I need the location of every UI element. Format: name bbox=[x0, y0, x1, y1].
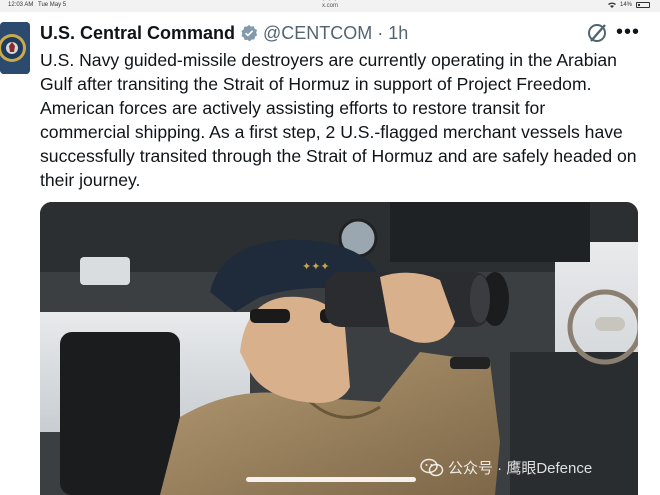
tweet-header: U.S. Central Command @CENTCOM · 1h bbox=[40, 22, 408, 44]
tweet-card[interactable]: U.S. Central Command @CENTCOM · 1h ••• U… bbox=[0, 12, 660, 495]
svg-text:✦✦✦: ✦✦✦ bbox=[302, 261, 330, 273]
header-separator: · bbox=[377, 22, 384, 43]
wechat-icon bbox=[420, 458, 444, 476]
avatar[interactable] bbox=[0, 22, 30, 74]
tweet-photo[interactable]: ✦✦✦ bbox=[40, 202, 638, 495]
author-name[interactable]: U.S. Central Command bbox=[40, 23, 235, 44]
watermark-text: 公众号 · 鹰眼Defence bbox=[448, 460, 593, 477]
wifi-icon bbox=[607, 2, 616, 8]
address-url[interactable]: x.com bbox=[0, 3, 660, 9]
tweet-text: U.S. Navy guided-missile destroyers are … bbox=[40, 50, 637, 190]
battery-icon bbox=[636, 2, 650, 8]
tweet-timestamp[interactable]: 1h bbox=[388, 23, 408, 44]
verified-badge-icon[interactable] bbox=[240, 24, 258, 42]
home-indicator[interactable] bbox=[246, 477, 416, 482]
more-options-icon[interactable]: ••• bbox=[616, 22, 640, 44]
author-handle[interactable]: @CENTCOM bbox=[263, 23, 372, 44]
grok-icon[interactable] bbox=[586, 22, 608, 44]
battery-percent: 14% bbox=[619, 2, 632, 8]
watermark: 公众号 · 鹰眼Defence bbox=[420, 457, 592, 478]
system-indicators: 14% bbox=[607, 2, 650, 8]
status-bar: 12:03 AM Tue May 5 • • • x.com 14% bbox=[0, 0, 660, 12]
